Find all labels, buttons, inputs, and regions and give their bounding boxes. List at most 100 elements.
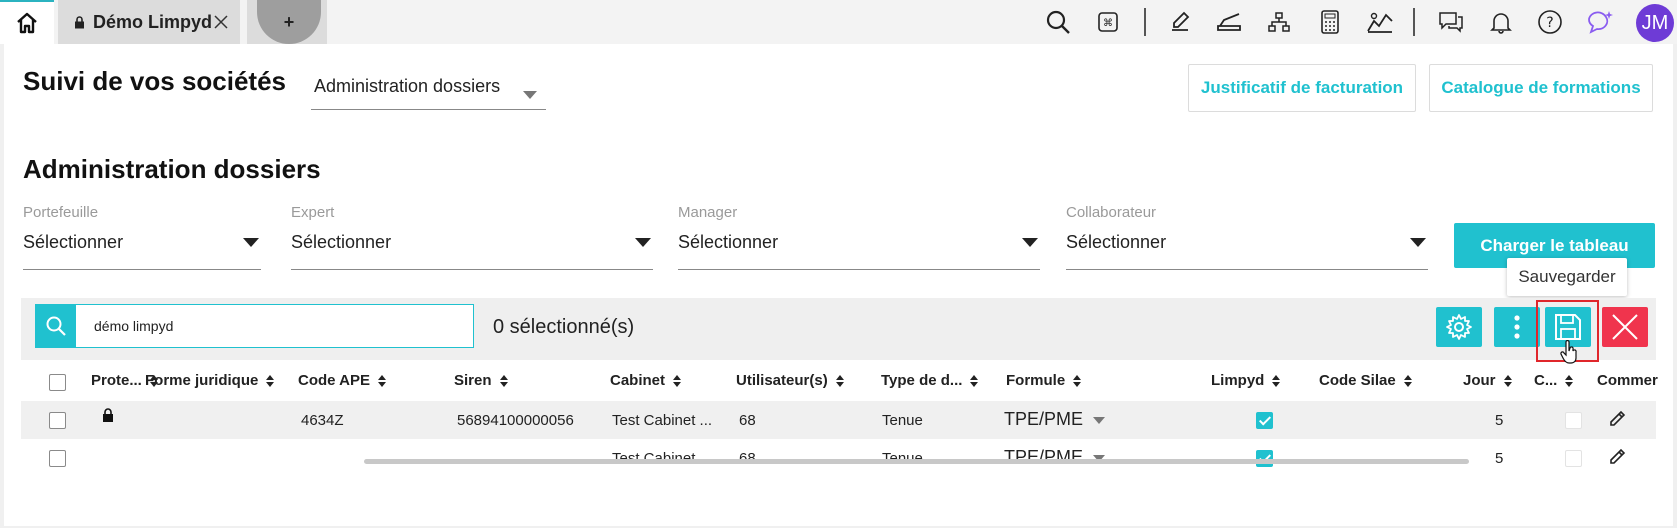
filter-value: Sélectionner (291, 232, 392, 252)
main-panel: Suivi de vos sociétés Administration dos… (4, 44, 1673, 526)
filter-label: Manager (678, 204, 738, 221)
chevron-down-icon (1093, 416, 1106, 424)
calculator-icon[interactable] (1315, 7, 1345, 37)
chevron-down-icon (635, 238, 651, 247)
edit-icon[interactable] (1608, 408, 1628, 428)
close-icon (1612, 314, 1638, 340)
cancel-button[interactable] (1602, 307, 1648, 347)
home-tab[interactable] (0, 0, 54, 44)
formule-select[interactable]: TPE/PME (1004, 447, 1106, 468)
floppy-disk-icon (1555, 314, 1581, 340)
close-icon[interactable] (214, 15, 228, 29)
training-catalog-button[interactable]: Catalogue de formations (1429, 64, 1653, 112)
gear-icon (1446, 314, 1472, 340)
ai-chat-icon[interactable] (1586, 7, 1616, 37)
top-bar: Démo Limpyd + ⌘ ? JM (0, 0, 1677, 44)
filter-label: Portefeuille (23, 204, 99, 221)
column-siren[interactable]: Siren (454, 372, 508, 389)
cell-type: Tenue (882, 412, 923, 429)
tab-title: Démo Limpyd (93, 11, 213, 32)
column-jour[interactable]: Jour (1463, 372, 1512, 389)
formule-select[interactable]: TPE/PME (1004, 409, 1106, 430)
horizontal-scrollbar[interactable] (364, 459, 1469, 464)
view-select[interactable]: Administration dossiers (311, 70, 546, 110)
search-box (35, 304, 474, 348)
home-icon (17, 12, 37, 34)
hand-cursor-icon (1560, 340, 1577, 364)
column-code-ape[interactable]: Code APE (298, 372, 386, 389)
new-tab-button[interactable]: + (247, 0, 327, 44)
table-row[interactable]: Test Cabinet ... 68 Tenue TPE/PME 5 (21, 439, 1656, 477)
edit-icon[interactable] (1165, 7, 1195, 37)
filter-manager[interactable]: Manager Sélectionner (678, 204, 1040, 270)
plus-icon: + (257, 0, 321, 44)
cell-jour: 5 (1495, 450, 1504, 467)
search-input[interactable] (94, 315, 454, 337)
column-commentaire[interactable]: Commer (1597, 372, 1658, 389)
column-c[interactable]: C... (1534, 372, 1574, 389)
scanner-icon[interactable] (1214, 7, 1244, 37)
filter-collaborateur[interactable]: Collaborateur Sélectionner (1066, 204, 1428, 270)
settings-button[interactable] (1436, 307, 1482, 347)
help-icon[interactable]: ? (1535, 7, 1565, 37)
org-chart-icon[interactable] (1264, 7, 1294, 37)
filter-label: Expert (291, 204, 335, 221)
column-code-silae[interactable]: Code Silae (1319, 372, 1412, 389)
limpyd-checkbox[interactable] (1256, 412, 1273, 429)
cell-utilisateurs: 68 (739, 412, 756, 429)
column-formule[interactable]: Formule (1006, 372, 1082, 389)
column-cabinet[interactable]: Cabinet (610, 372, 682, 389)
table-header: Prote... Forme juridique Code APE Siren … (21, 364, 1658, 400)
filter-expert[interactable]: Expert Sélectionner (291, 204, 653, 270)
avatar[interactable]: JM (1636, 4, 1674, 42)
column-utilisateurs[interactable]: Utilisateur(s) (736, 372, 844, 389)
activity-chart-icon[interactable] (1365, 7, 1395, 37)
cell-siren: 56894100000056 (457, 412, 574, 429)
billing-proof-button[interactable]: Justificatif de facturation (1188, 64, 1416, 112)
row-checkbox[interactable] (49, 412, 66, 429)
page-title: Suivi de vos sociétés (23, 66, 287, 96)
divider (23, 269, 261, 270)
more-vertical-icon (1514, 315, 1520, 339)
filter-value: Sélectionner (23, 232, 124, 252)
table-row[interactable]: 4634Z 56894100000056 Test Cabinet ... 68… (21, 401, 1656, 439)
filter-label: Collaborateur (1066, 204, 1157, 221)
chat-icon[interactable] (1436, 7, 1466, 37)
cell-cabinet: Test Cabinet ... (612, 412, 713, 429)
cell-code-ape: 4634Z (301, 412, 344, 429)
chevron-down-icon (243, 238, 259, 247)
row-c-checkbox[interactable] (1565, 450, 1582, 467)
divider (1066, 269, 1428, 270)
divider (1413, 8, 1415, 36)
divider (1144, 8, 1146, 36)
save-tooltip: Sauvegarder (1507, 258, 1627, 296)
column-type-dossier[interactable]: Type de d... (881, 372, 979, 389)
command-icon[interactable]: ⌘ (1093, 7, 1123, 37)
table-toolbar: 0 sélectionné(s) (21, 298, 1656, 364)
tab-demo-limpyd[interactable]: Démo Limpyd (58, 0, 240, 44)
lock-icon (103, 408, 113, 422)
column-limpyd[interactable]: Limpyd (1211, 372, 1281, 389)
chevron-down-icon (1410, 238, 1426, 247)
column-forme-juridique[interactable]: Forme juridique (145, 372, 275, 389)
filter-portefeuille[interactable]: Portefeuille Sélectionner (23, 204, 261, 270)
svg-text:⌘: ⌘ (1103, 18, 1113, 29)
bell-icon[interactable] (1486, 7, 1516, 37)
chevron-down-icon (523, 91, 537, 99)
more-options-button[interactable] (1494, 307, 1540, 347)
lock-icon (75, 15, 84, 28)
filter-value: Sélectionner (1066, 232, 1167, 252)
chevron-down-icon (1022, 238, 1038, 247)
section-title: Administration dossiers (23, 154, 321, 184)
divider (678, 269, 1040, 270)
search-icon[interactable] (36, 305, 76, 347)
edit-icon[interactable] (1608, 446, 1628, 466)
search-icon[interactable] (1043, 7, 1073, 37)
cell-jour: 5 (1495, 412, 1504, 429)
view-select-value: Administration dossiers (314, 76, 501, 96)
divider (291, 269, 653, 270)
filter-value: Sélectionner (678, 232, 779, 252)
row-checkbox[interactable] (49, 450, 66, 467)
select-all-checkbox[interactable] (49, 374, 66, 391)
row-c-checkbox[interactable] (1565, 412, 1582, 429)
